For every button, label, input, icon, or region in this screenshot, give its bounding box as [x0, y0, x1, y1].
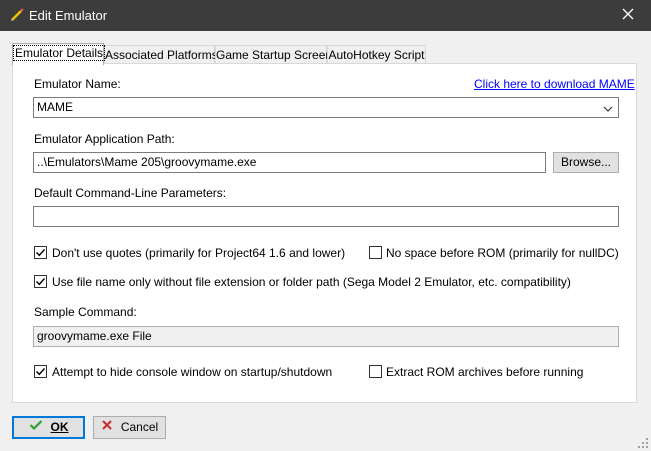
no-space-checkbox[interactable] [369, 246, 382, 259]
pencil-icon [9, 7, 25, 23]
tab-label: Game Startup Screen [216, 48, 333, 62]
ok-button[interactable]: OK [12, 416, 85, 439]
sample-command-label: Sample Command: [34, 305, 137, 319]
download-mame-link[interactable]: Click here to download MAME [474, 77, 635, 91]
params-label: Default Command-Line Parameters: [34, 186, 227, 200]
tab-label: Emulator Details [13, 45, 106, 61]
file-name-only-label: Use file name only without file extensio… [52, 275, 571, 289]
window-title: Edit Emulator [29, 8, 108, 23]
sample-command-field: groovymame.exe File [33, 326, 619, 347]
checkmark-icon [36, 249, 46, 257]
app-path-input[interactable]: ..\Emulators\Mame 205\groovymame.exe [33, 152, 546, 173]
browse-button[interactable]: Browse... [553, 152, 619, 173]
emulator-name-combo[interactable]: MAME [33, 97, 619, 118]
hide-console-checkbox[interactable] [34, 365, 47, 378]
file-name-only-checkbox[interactable] [34, 275, 47, 288]
emulator-name-label: Emulator Name: [34, 77, 121, 91]
tab-label: AutoHotkey Script [328, 48, 425, 62]
app-path-label: Emulator Application Path: [34, 132, 175, 146]
close-button[interactable] [605, 0, 651, 31]
tab-autohotkey-script[interactable]: AutoHotkey Script [327, 45, 426, 65]
hide-console-label: Attempt to hide console window on startu… [52, 365, 333, 379]
ok-label: OK [50, 420, 69, 434]
x-icon [101, 417, 113, 438]
checkmark-icon [36, 368, 46, 376]
tab-associated-platforms[interactable]: Associated Platforms [104, 45, 218, 65]
cancel-label: Cancel [120, 420, 159, 434]
emulator-name-value: MAME [37, 100, 73, 114]
no-quotes-checkbox[interactable] [34, 246, 47, 259]
no-quotes-label: Don't use quotes (primarily for Project6… [52, 246, 346, 260]
checkmark-icon [29, 417, 43, 438]
title-bar: Edit Emulator [0, 0, 651, 31]
extract-rom-label: Extract ROM archives before running [386, 365, 584, 379]
params-input[interactable] [33, 206, 619, 227]
cancel-button[interactable]: Cancel [93, 416, 166, 439]
tab-label: Associated Platforms [105, 48, 218, 62]
no-space-label: No space before ROM (primarily for nullD… [386, 246, 619, 260]
close-icon [622, 8, 634, 23]
checkmark-icon [36, 278, 46, 286]
resize-grip-icon[interactable] [637, 437, 649, 449]
chevron-down-icon [602, 102, 614, 114]
tab-emulator-details[interactable]: Emulator Details [12, 43, 106, 65]
extract-rom-checkbox[interactable] [369, 365, 382, 378]
tab-game-startup-screen[interactable]: Game Startup Screen [215, 45, 332, 65]
